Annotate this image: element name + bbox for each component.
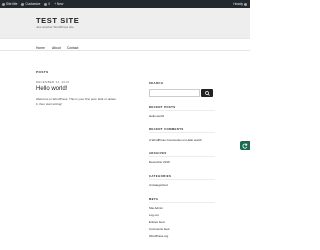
meta-link-comments-feed[interactable]: Comments feed: [149, 227, 169, 231]
admin-bar: Site title Customize 0 + New Howdy: [0, 0, 250, 8]
divider: [149, 179, 215, 180]
recent-posts-title: RECENT POSTS: [149, 105, 176, 109]
admin-bar-item-customize[interactable]: Customize: [21, 2, 40, 6]
paintbrush-icon: [21, 2, 25, 6]
divider: [149, 132, 215, 133]
post-title[interactable]: Hello world!: [36, 86, 67, 92]
divider: [149, 110, 215, 111]
page: Site title Customize 0 + New Howdy TEST …: [0, 0, 250, 250]
search-widget-title: SEARCH: [149, 81, 164, 85]
meta-link-log-out[interactable]: Log out: [149, 213, 159, 217]
posts-heading: POSTS: [36, 70, 49, 74]
post-date[interactable]: DECEMBER 12, 2019: [36, 81, 69, 84]
archives-title: ARCHIVES: [149, 151, 167, 155]
nav-item-home[interactable]: Home: [36, 46, 45, 50]
recent-comment-link[interactable]: A WordPress Commenter on Hello world!: [149, 138, 202, 142]
site-description: Just another WordPress site: [36, 24, 74, 29]
search-input[interactable]: [149, 89, 200, 97]
search-button[interactable]: [201, 89, 213, 97]
floating-side-tab[interactable]: [240, 141, 250, 150]
meta-link-entries-feed[interactable]: Entries feed: [149, 220, 164, 224]
divider: [149, 156, 215, 157]
categories-title: CATEGORIES: [149, 174, 172, 178]
comment-icon: [44, 2, 48, 6]
admin-bar-item-new[interactable]: + New: [54, 2, 63, 6]
site-header: TEST SITE Just another WordPress site: [0, 8, 250, 38]
nav-item-contact[interactable]: Contact: [67, 46, 78, 50]
post-excerpt: Welcome to WordPress. This is your first…: [36, 97, 116, 106]
admin-bar-item-comments[interactable]: 0: [44, 2, 50, 6]
recent-post-link[interactable]: Hello world!: [149, 114, 164, 118]
meta-link-site-admin[interactable]: Site Admin: [149, 206, 163, 210]
wordpress-logo-icon: [2, 2, 5, 6]
archive-link[interactable]: December 2019: [149, 160, 170, 164]
meta-link-wordpress-org[interactable]: WordPress.org: [149, 234, 168, 238]
main-navigation: Home About Contact: [0, 38, 250, 51]
recent-comments-title: RECENT COMMENTS: [149, 127, 184, 131]
refresh-icon: [242, 143, 248, 149]
search-icon: [204, 90, 210, 96]
avatar: [244, 2, 247, 6]
category-link[interactable]: Uncategorized: [149, 183, 168, 187]
meta-title: META: [149, 197, 159, 201]
admin-bar-item-site[interactable]: Site title: [2, 2, 17, 6]
nav-item-about[interactable]: About: [52, 46, 61, 50]
admin-bar-account[interactable]: Howdy: [233, 2, 250, 6]
divider: [149, 202, 215, 203]
